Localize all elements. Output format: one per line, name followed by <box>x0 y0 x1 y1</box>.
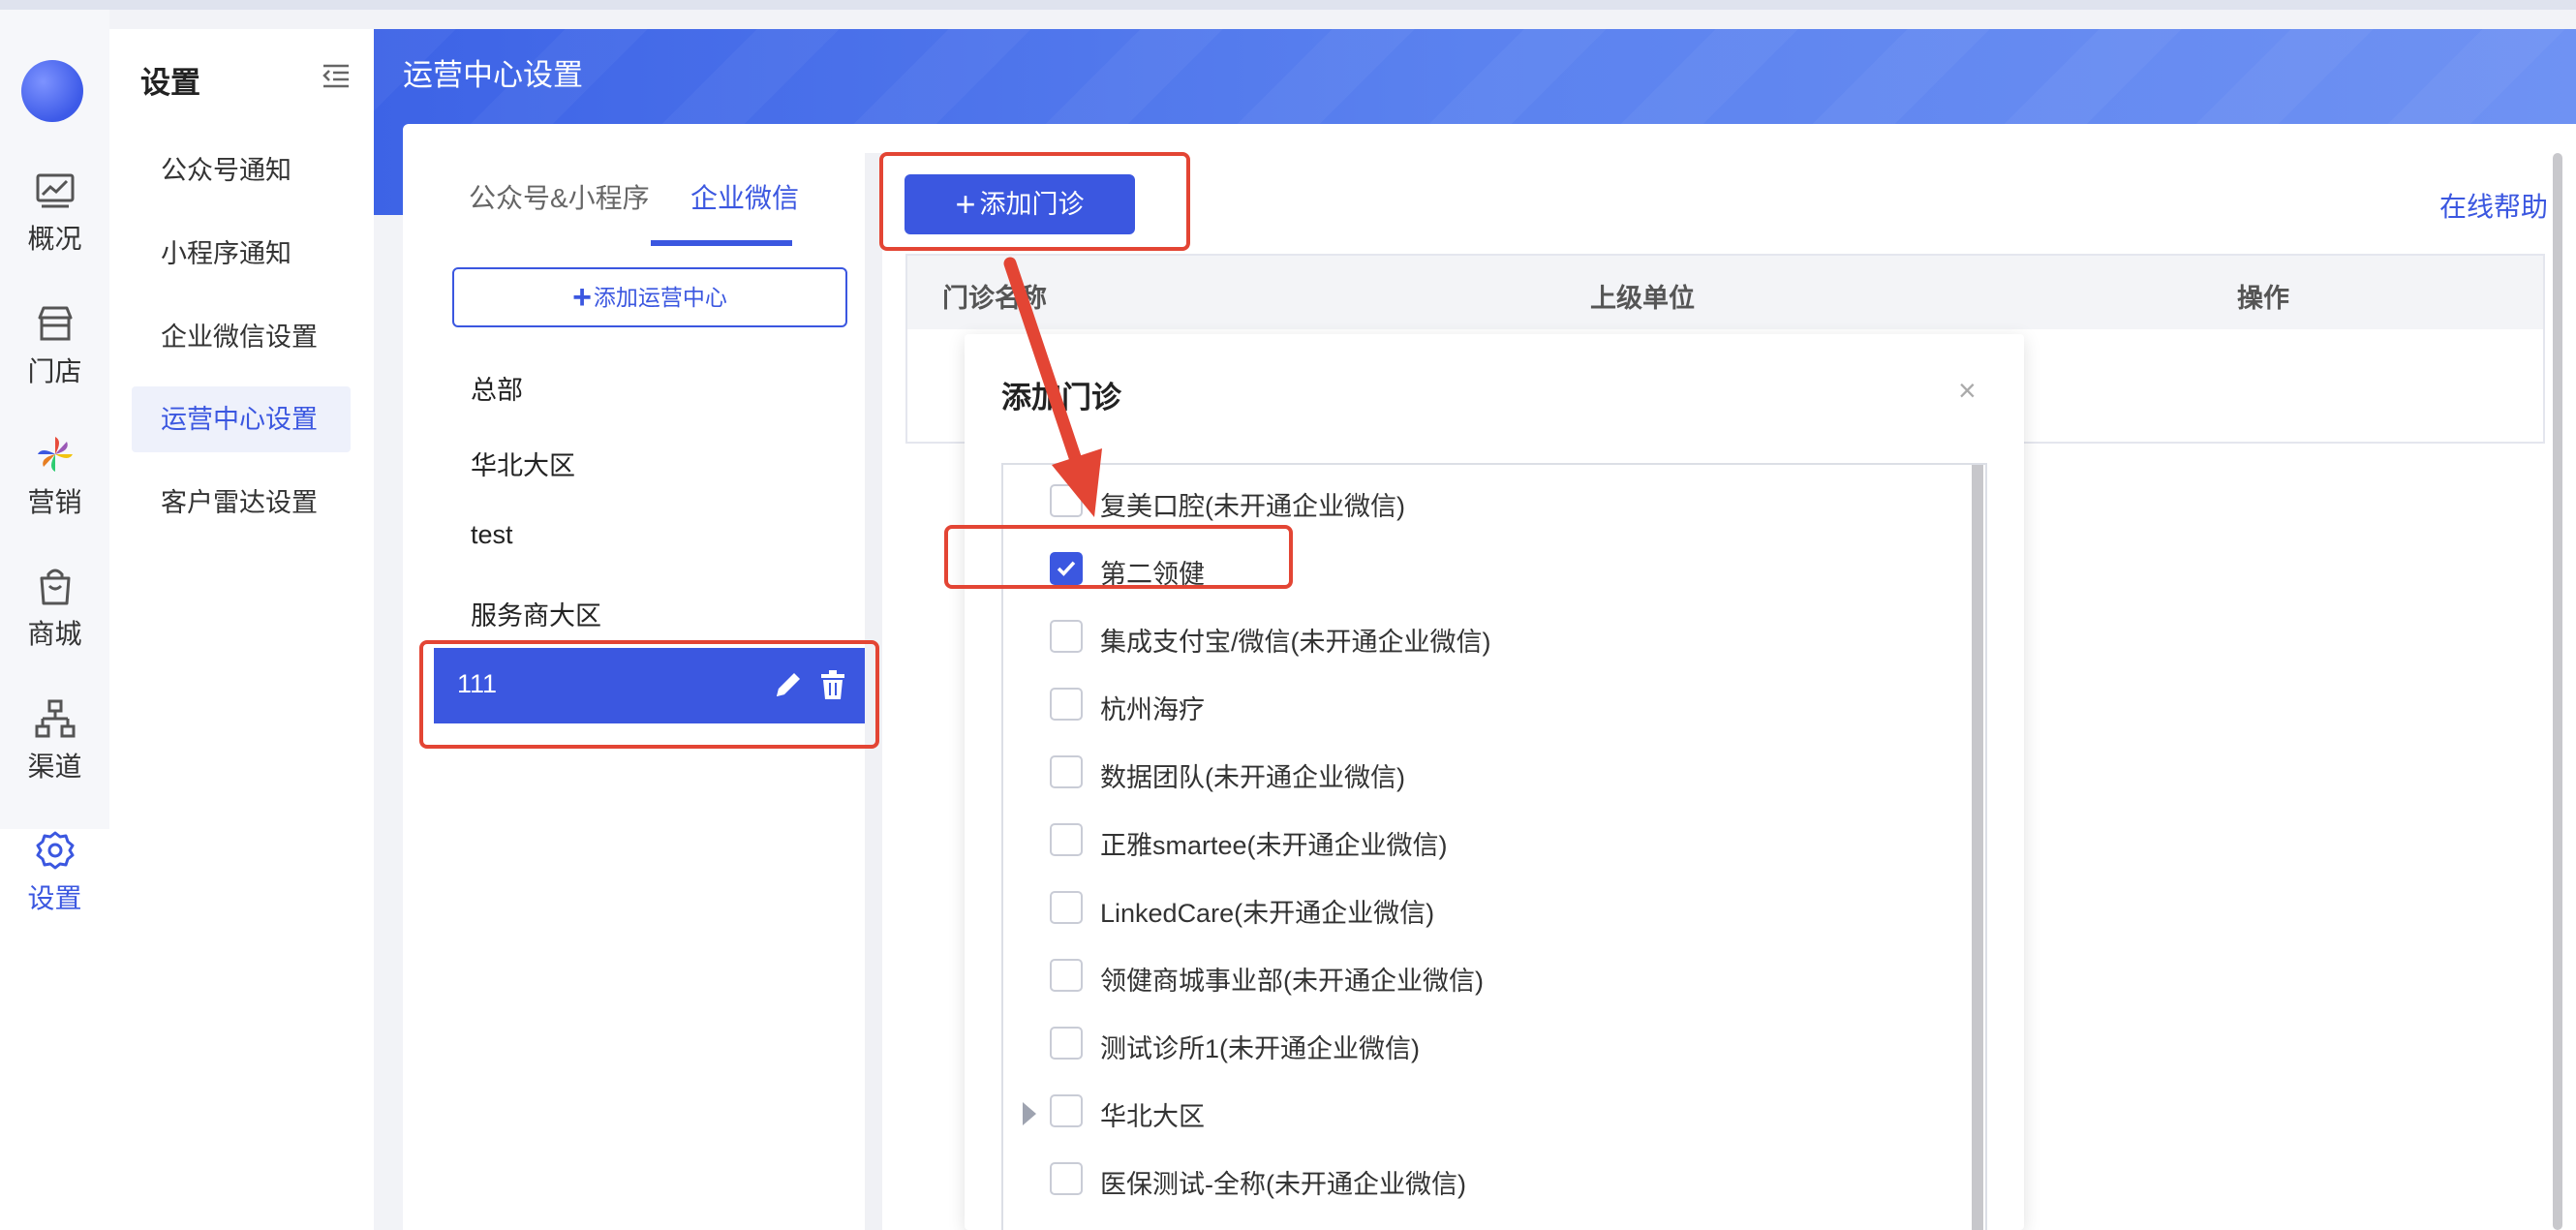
tree-option-label: 测试诊所1(未开通企业微信) <box>1100 1034 1420 1063</box>
table-header: 门诊名称 上级单位 操作 <box>907 256 2543 329</box>
add-operation-center-button[interactable]: +添加运营中心 <box>452 267 847 327</box>
tab-wecom[interactable]: 企业微信 <box>690 177 799 216</box>
center-item[interactable]: test <box>471 520 513 550</box>
tree-option-label: 复美口腔(未开通企业微信) <box>1100 492 1405 521</box>
pinwheel-icon <box>37 437 73 472</box>
nav-overview[interactable]: 概况 <box>0 169 109 276</box>
submenu-item-miniprogram[interactable]: 小程序通知 <box>132 221 351 287</box>
checkbox[interactable] <box>1050 1027 1083 1060</box>
checkbox[interactable] <box>1050 823 1083 856</box>
plus-icon: + <box>572 279 592 316</box>
center-item[interactable]: 总部 <box>471 369 523 407</box>
checkbox[interactable] <box>1050 688 1083 721</box>
settings-submenu: 设置 公众号通知 小程序通知 企业微信设置 运营中心设置 客户雷达设置 <box>109 29 374 1230</box>
checkbox[interactable] <box>1050 1094 1083 1127</box>
nav-store[interactable]: 门店 <box>0 302 109 409</box>
tree-option-label: 杭州海疗 <box>1100 695 1205 724</box>
tree-option-label: 集成支付宝/微信(未开通企业微信) <box>1100 628 1491 657</box>
submenu-item-official-account[interactable]: 公众号通知 <box>132 138 351 203</box>
annotation-box-selected-center <box>419 640 879 749</box>
add-clinic-dialog: 添加门诊 × 复美口腔(未开通企业微信) 第二领健 集成支付宝/微信(未开通企业微信… <box>965 334 2024 1230</box>
chart-line-icon <box>36 173 74 208</box>
shopping-bag-icon <box>40 569 70 605</box>
tree-option-label: LinkedCare(未开通企业微信) <box>1100 899 1435 928</box>
avatar[interactable] <box>21 60 83 122</box>
checkbox[interactable] <box>1050 959 1083 992</box>
tree-option-label: 正雅smartee(未开通企业微信) <box>1100 831 1448 860</box>
nav-mall[interactable]: 商城 <box>0 565 109 671</box>
collapse-menu-icon[interactable] <box>322 62 351 89</box>
tree-option-label: 领健商城事业部(未开通企业微信) <box>1100 967 1484 996</box>
submenu-item-customer-radar[interactable]: 客户雷达设置 <box>132 470 351 536</box>
checkbox[interactable] <box>1050 891 1083 924</box>
submenu-item-wecom[interactable]: 企业微信设置 <box>132 304 351 370</box>
submenu-item-operation-center[interactable]: 运营中心设置 <box>132 386 351 452</box>
org-chart-icon <box>35 699 75 738</box>
tree-scrollbar[interactable] <box>1972 465 1983 1230</box>
annotation-box-add-clinic <box>879 152 1190 251</box>
tree-option-label: 华北大区 <box>1100 1102 1205 1131</box>
tab-active-indicator <box>651 240 792 246</box>
page-title: 运营中心设置 <box>403 58 583 92</box>
center-item[interactable]: 服务商大区 <box>471 595 601 632</box>
close-icon[interactable]: × <box>1958 373 1977 409</box>
nav-marketing[interactable]: 营销 <box>0 433 109 539</box>
nav-label: 概况 <box>27 224 82 254</box>
store-icon <box>38 306 72 341</box>
checkbox[interactable] <box>1050 484 1083 517</box>
expand-arrow-icon[interactable] <box>1023 1102 1036 1125</box>
dialog-title: 添加门诊 <box>1001 381 1121 415</box>
tab-official-miniprogram[interactable]: 公众号&小程序 <box>469 177 650 216</box>
online-help-link[interactable]: 在线帮助 <box>2439 186 2548 225</box>
top-strip <box>0 0 2576 10</box>
nav-label: 设置 <box>27 883 82 913</box>
rail-bottom-area <box>0 928 109 1230</box>
column-header-actions: 操作 <box>2237 284 2289 313</box>
nav-label: 商城 <box>27 619 82 649</box>
checkbox[interactable] <box>1050 755 1083 788</box>
tree-option-label: 数据团队(未开通企业微信) <box>1100 763 1405 792</box>
annotation-box-checked-option <box>944 525 1293 589</box>
center-item[interactable]: 华北大区 <box>471 445 575 482</box>
page-scrollbar[interactable] <box>2553 153 2562 1230</box>
add-operation-center-label: 添加运营中心 <box>593 285 727 310</box>
column-header-parent-unit: 上级单位 <box>1590 284 1695 313</box>
nav-label: 营销 <box>27 487 82 517</box>
tree-option-label: 医保测试-全称(未开通企业微信) <box>1100 1170 1466 1199</box>
column-header-clinic-name: 门诊名称 <box>942 284 1047 313</box>
checkbox[interactable] <box>1050 620 1083 653</box>
nav-label: 门店 <box>27 356 82 386</box>
nav-channel[interactable]: 渠道 <box>0 697 109 804</box>
gear-icon <box>36 831 74 870</box>
nav-settings[interactable]: 设置 <box>0 829 109 936</box>
submenu-title: 设置 <box>140 66 200 100</box>
checkbox[interactable] <box>1050 1162 1083 1195</box>
nav-label: 渠道 <box>27 752 82 782</box>
